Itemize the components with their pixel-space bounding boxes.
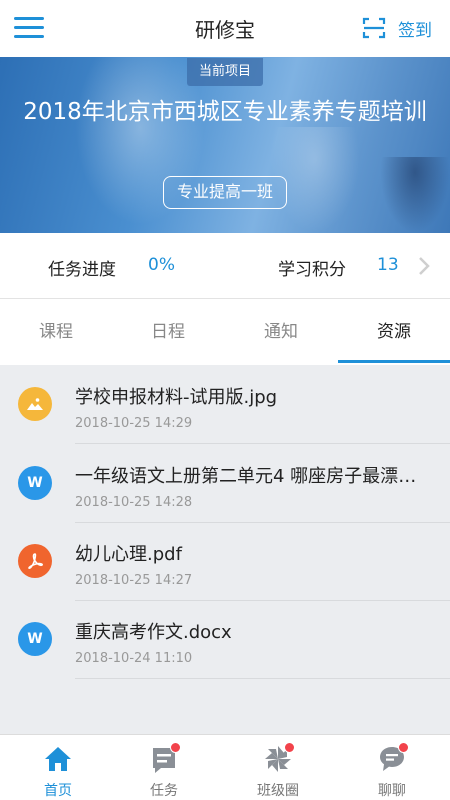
tab-schedule[interactable]: 日程 <box>112 299 224 365</box>
list-item[interactable]: W 一年级语文上册第二单元4 哪座房子最漂亮.docx 2018-10-25 1… <box>0 444 450 523</box>
progress-value: 0% <box>148 255 175 275</box>
word-file-icon: W <box>18 622 52 656</box>
nav-class-circle[interactable]: 班级圈 <box>222 735 334 800</box>
class-name-button[interactable]: 专业提高一班 <box>163 176 287 209</box>
nav-chat[interactable]: 聊聊 <box>336 735 448 800</box>
image-file-icon <box>18 387 52 421</box>
file-name: 一年级语文上册第二单元4 哪座房子最漂亮.docx <box>75 466 433 487</box>
nav-chat-label: 聊聊 <box>378 783 406 799</box>
notification-dot <box>398 742 409 753</box>
signin-button[interactable]: 签到 <box>362 15 432 41</box>
home-icon <box>45 747 71 771</box>
notification-dot <box>284 742 295 753</box>
list-item[interactable]: 学校申报材料-试用版.jpg 2018-10-25 14:29 <box>0 365 450 444</box>
notification-dot <box>170 742 181 753</box>
nav-tasks-label: 任务 <box>150 783 178 799</box>
points-value: 13 <box>377 255 399 275</box>
current-project-badge: 当前项目 <box>187 58 263 86</box>
progress-label: 任务进度 <box>48 260 116 280</box>
file-date: 2018-10-25 14:28 <box>75 495 193 510</box>
active-tab-indicator <box>338 360 450 363</box>
project-title: 2018年北京市西城区专业素养专题培训 <box>23 99 427 125</box>
list-item[interactable]: W 重庆高考作文.docx 2018-10-24 11:10 <box>0 600 450 679</box>
nav-class-circle-label: 班级圈 <box>257 783 299 799</box>
pdf-file-icon <box>18 544 52 578</box>
tab-bar: 课程 日程 通知 资源 <box>0 299 450 365</box>
word-file-icon: W <box>18 466 52 500</box>
signin-label: 签到 <box>398 20 432 41</box>
stats-bar[interactable]: 任务进度 0% 学习积分 13 <box>0 233 450 299</box>
list-item[interactable]: 幼儿心理.pdf 2018-10-25 14:27 <box>0 522 450 601</box>
tab-notices[interactable]: 通知 <box>225 299 337 365</box>
file-name: 学校申报材料-试用版.jpg <box>75 387 278 408</box>
top-bar: 研修宝 签到 <box>0 0 450 57</box>
nav-home-label: 首页 <box>44 783 72 799</box>
project-banner: 当前项目 2018年北京市西城区专业素养专题培训 专业提高一班 <box>0 57 450 233</box>
file-date: 2018-10-25 14:29 <box>75 416 193 431</box>
chevron-right-icon[interactable] <box>417 255 431 277</box>
file-date: 2018-10-24 11:10 <box>75 651 193 666</box>
nav-tasks[interactable]: 任务 <box>108 735 220 800</box>
file-name: 重庆高考作文.docx <box>75 622 232 643</box>
file-date: 2018-10-25 14:27 <box>75 573 193 588</box>
tab-courses[interactable]: 课程 <box>0 299 112 365</box>
tab-resources[interactable]: 资源 <box>338 299 450 365</box>
bottom-nav: 首页 任务 班级圈 聊聊 <box>0 734 450 800</box>
file-name: 幼儿心理.pdf <box>75 544 182 565</box>
nav-home[interactable]: 首页 <box>2 735 114 800</box>
points-label: 学习积分 <box>278 260 346 280</box>
scan-icon <box>362 17 386 39</box>
